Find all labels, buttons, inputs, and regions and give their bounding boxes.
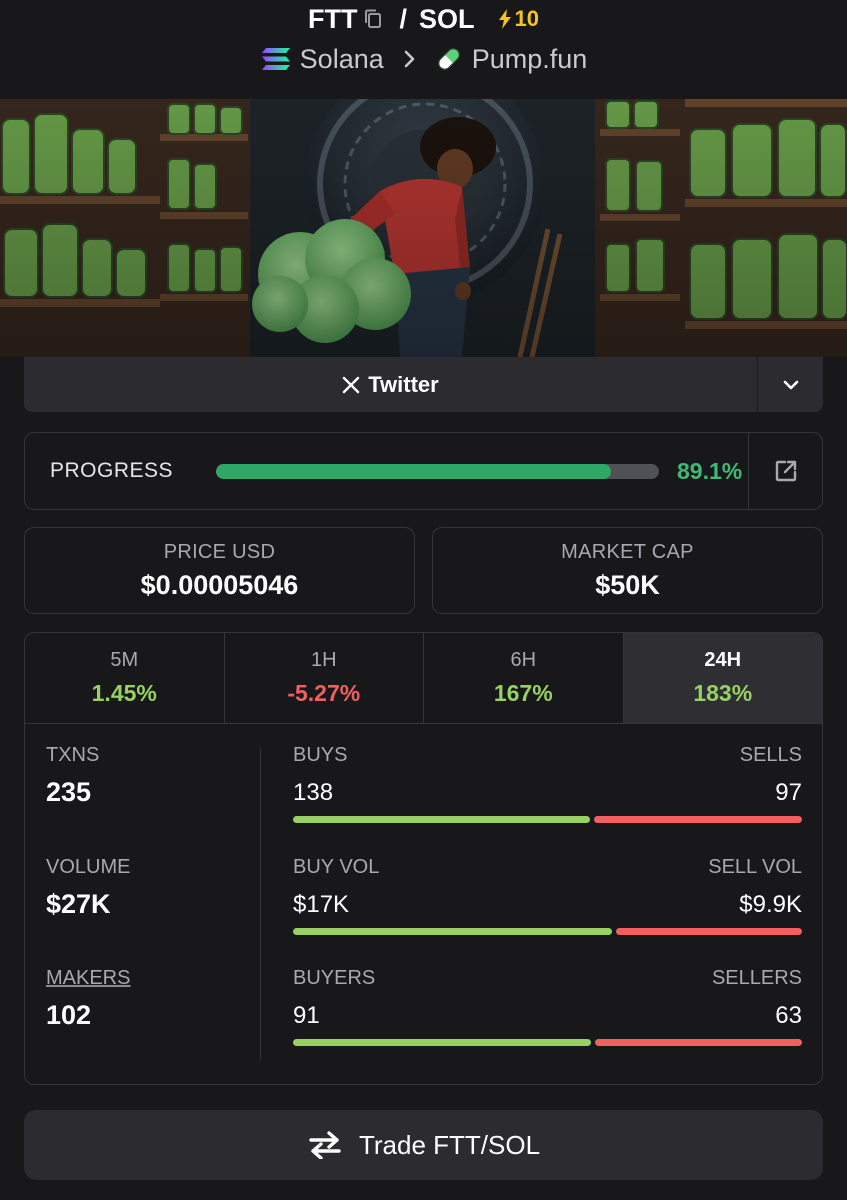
- socials-bar: Twitter: [24, 357, 823, 412]
- volume-ratio-bar: [293, 928, 802, 935]
- buy-share-bar: [293, 816, 590, 823]
- external-link-icon: [775, 460, 796, 482]
- trade-button[interactable]: Trade FTT/SOL: [24, 1110, 823, 1180]
- progress-bar-fill: [216, 463, 611, 479]
- stats-body: TXNS 235 VOLUME $27K MAKERS 102 BUYS SEL…: [25, 724, 822, 1084]
- buyers-label: BUYERS: [293, 967, 376, 989]
- buys-sells-stat: BUYS SELLS 138 97: [293, 744, 802, 823]
- buy-vol-label: BUY VOL: [293, 856, 380, 878]
- progress-bar: [216, 463, 659, 479]
- buys-sells-ratio-bar: [293, 816, 802, 823]
- tab-24h[interactable]: 24H 183%: [623, 633, 822, 723]
- buy-share-bar: [293, 928, 613, 935]
- sell-share-bar: [595, 1039, 802, 1046]
- twitter-label: Twitter: [368, 371, 439, 397]
- price-usd-label: PRICE USD: [163, 540, 276, 563]
- chain-link[interactable]: Solana: [300, 44, 384, 75]
- volume-split-stat: BUY VOL SELL VOL $17K $9.9K: [293, 856, 802, 935]
- makers-link[interactable]: MAKERS: [46, 967, 130, 990]
- txns-value: 235: [46, 777, 92, 807]
- price-change: 183%: [693, 680, 753, 706]
- copy-icon[interactable]: [363, 8, 383, 30]
- price-change: 1.45%: [91, 680, 157, 706]
- tab-label: 6H: [510, 649, 537, 671]
- external-link-button[interactable]: [748, 433, 822, 509]
- lightning-icon: [498, 9, 511, 29]
- boost-count: 10: [514, 6, 539, 31]
- trading-stats-card: 5M 1.45% 1H -5.27% 6H 167% 24H 183% TXNS…: [24, 632, 823, 1085]
- buys-value: 138: [293, 779, 334, 806]
- market-cap-label: MARKET CAP: [561, 540, 694, 563]
- market-cap-value: $50K: [595, 569, 660, 600]
- traders-stat: BUYERS SELLERS 91 63: [293, 967, 802, 1046]
- quote-symbol: SOL: [419, 3, 475, 34]
- traders-ratio-bar: [293, 1039, 802, 1046]
- tab-6h[interactable]: 6H 167%: [424, 633, 624, 723]
- buy-share-bar: [293, 1039, 592, 1046]
- makers-stat: MAKERS 102: [46, 967, 130, 1031]
- pill-icon: [434, 44, 464, 74]
- sells-value: 97: [775, 779, 802, 806]
- token-banner-image: [0, 99, 847, 357]
- trade-button-label: Trade FTT/SOL: [358, 1129, 541, 1160]
- tab-label: 5M: [110, 649, 139, 671]
- twitter-button[interactable]: Twitter: [24, 357, 757, 412]
- divider: [260, 748, 261, 1060]
- volume-value: $27K: [46, 889, 111, 919]
- tab-label: 24H: [704, 649, 742, 671]
- progress-value: 89.1%: [677, 457, 743, 484]
- txns-label: TXNS: [46, 744, 100, 766]
- volume-label: VOLUME: [46, 856, 131, 878]
- boost-badge[interactable]: 10: [497, 6, 539, 32]
- token-symbol: FTT: [308, 3, 358, 34]
- chevron-down-icon: [783, 380, 798, 389]
- tab-5m[interactable]: 5M 1.45%: [25, 633, 225, 723]
- bonding-progress-card: PROGRESS 89.1%: [24, 432, 823, 510]
- sells-label: SELLS: [739, 744, 802, 766]
- buyers-value: 91: [293, 1002, 320, 1029]
- timeframe-tabs: 5M 1.45% 1H -5.27% 6H 167% 24H 183%: [25, 633, 822, 724]
- progress-row: PROGRESS 89.1%: [25, 433, 748, 509]
- tab-label: 1H: [310, 649, 337, 671]
- market-cap-box: MARKET CAP $50K: [432, 527, 823, 614]
- solana-icon: [260, 46, 292, 72]
- breadcrumb: Solana Pump.fun: [0, 42, 847, 76]
- buys-label: BUYS: [293, 744, 348, 766]
- sellers-value: 63: [775, 1002, 802, 1029]
- volume-stat: VOLUME $27K: [46, 856, 130, 920]
- sell-share-bar: [593, 816, 802, 823]
- chevron-right-icon: [404, 50, 416, 68]
- progress-label: PROGRESS: [50, 459, 174, 482]
- x-icon: [342, 376, 360, 394]
- price-change: 167%: [493, 680, 553, 706]
- swap-arrows-icon: [307, 1131, 343, 1159]
- makers-value: 102: [46, 1000, 92, 1030]
- sellers-label: SELLERS: [711, 967, 802, 989]
- socials-toggle-button[interactable]: [757, 357, 823, 412]
- tab-1h[interactable]: 1H -5.27%: [225, 633, 424, 723]
- price-usd-box: PRICE USD $0.00005046: [24, 527, 415, 614]
- price-usd-value: $0.00005046: [140, 569, 299, 600]
- dex-link[interactable]: Pump.fun: [472, 44, 588, 75]
- buy-vol-value: $17K: [293, 891, 350, 918]
- txns-stat: TXNS 235: [46, 744, 99, 808]
- price-change: -5.27%: [287, 680, 361, 706]
- sell-vol-value: $9.9K: [739, 891, 802, 918]
- sell-vol-label: SELL VOL: [708, 856, 802, 878]
- pair-title: FTT / SOL 10: [0, 2, 847, 36]
- pair-separator: /: [399, 3, 407, 34]
- sell-share-bar: [616, 928, 802, 935]
